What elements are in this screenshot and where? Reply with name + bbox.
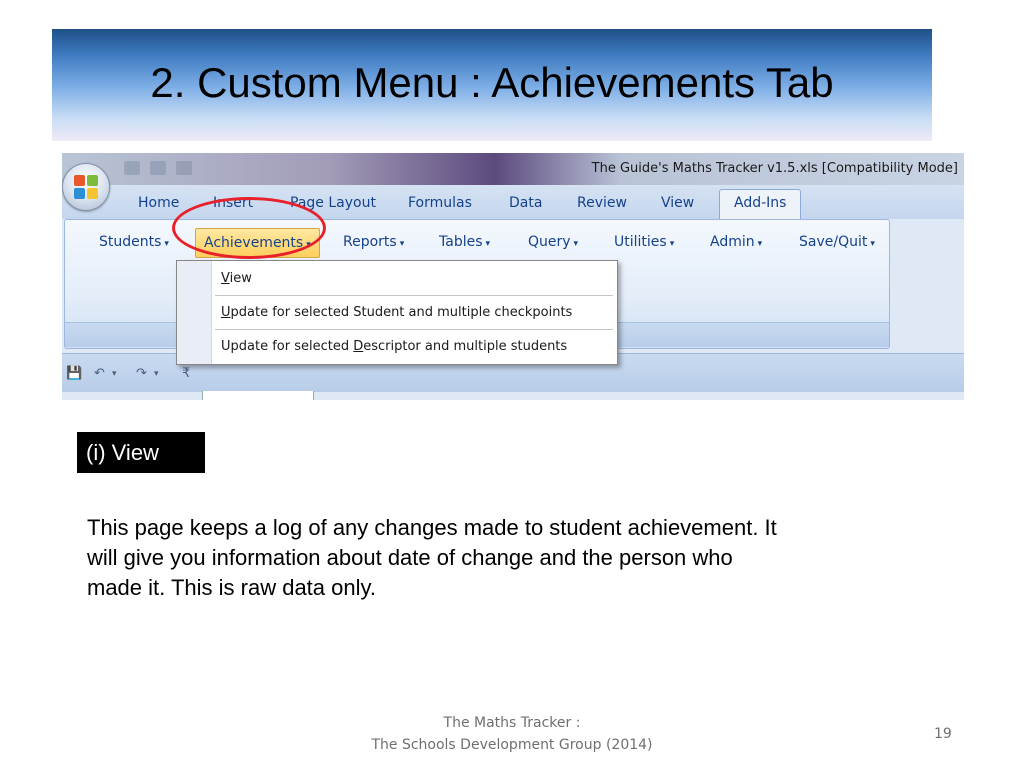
description-text: This page keeps a log of any changes mad… [87, 515, 777, 600]
worksheet-edge [202, 391, 314, 400]
dropdown-item-text: iew [229, 271, 252, 286]
dropdown-item-update-student[interactable]: Update for selected Student and multiple… [221, 305, 572, 320]
tab-data[interactable]: Data [509, 195, 542, 211]
dropdown-item-text: pdate for selected Student and multiple … [230, 305, 573, 320]
slide-footer: The Maths Tracker : The Schools Developm… [312, 712, 712, 756]
titlebar-redo-icon[interactable] [176, 161, 192, 175]
slide-title: 2. Custom Menu : Achievements Tab [150, 59, 834, 106]
footer-line-2: The Schools Development Group (2014) [371, 737, 653, 753]
menu-tables[interactable]: Tables ▾ [439, 234, 490, 250]
menu-query-label: Query [528, 234, 571, 250]
excel-titlebar: The Guide's Maths Tracker v1.5.xls [Comp… [62, 153, 964, 185]
office-logo-icon [74, 175, 98, 199]
dropdown-item-prefix: Update for selected [221, 339, 354, 354]
highlight-ellipse [172, 197, 326, 259]
footer-line-1: The Maths Tracker : [443, 715, 581, 731]
tab-view[interactable]: View [661, 195, 694, 211]
undo-icon[interactable]: ↶ [94, 366, 105, 381]
mnemonic: V [221, 271, 230, 286]
dropdown-separator [215, 329, 613, 330]
menu-utilities[interactable]: Utilities ▾ [614, 234, 674, 250]
section-label: (i) View [77, 432, 205, 473]
menu-admin[interactable]: Admin ▾ [710, 234, 762, 250]
page-number: 19 [934, 726, 952, 742]
menu-students-label: Students [99, 234, 162, 250]
dropdown-separator [215, 295, 613, 296]
chevron-down-icon: ▾ [669, 239, 675, 249]
tab-formulas[interactable]: Formulas [408, 195, 472, 211]
menu-students[interactable]: Students ▾ [99, 234, 169, 250]
achievements-dropdown-menu: View Update for selected Student and mul… [176, 260, 618, 365]
tab-add-ins[interactable]: Add-Ins [719, 189, 802, 219]
tab-home[interactable]: Home [138, 195, 179, 211]
save-icon[interactable]: 💾 [66, 366, 82, 381]
titlebar-quick-access [124, 161, 244, 177]
dropdown-item-view[interactable]: View [221, 271, 252, 286]
menu-save-quit-label: Save/Quit [799, 234, 868, 250]
menu-utilities-label: Utilities [614, 234, 667, 250]
redo-icon[interactable]: ↷ [136, 366, 147, 381]
titlebar-save-icon[interactable] [124, 161, 140, 175]
chevron-down-icon: ▾ [399, 239, 405, 249]
menu-save-quit[interactable]: Save/Quit ▾ [799, 234, 875, 250]
slide-title-banner: 2. Custom Menu : Achievements Tab [52, 29, 932, 141]
mnemonic: U [221, 305, 231, 320]
mnemonic: D [353, 339, 364, 354]
office-logo-tile [74, 188, 85, 199]
dropdown-item-text: escriptor and multiple students [363, 339, 568, 354]
office-logo-tile [87, 175, 98, 186]
excel-screenshot: The Guide's Maths Tracker v1.5.xls [Comp… [62, 153, 964, 400]
chevron-down-icon: ▾ [870, 239, 875, 249]
tab-review[interactable]: Review [577, 195, 627, 211]
redo-dropdown-icon[interactable]: ▾ [154, 369, 159, 379]
dropdown-gutter [177, 261, 212, 364]
menu-query[interactable]: Query ▾ [528, 234, 578, 250]
undo-dropdown-icon[interactable]: ▾ [112, 369, 117, 379]
menu-tables-label: Tables [439, 234, 483, 250]
chevron-down-icon: ▾ [573, 239, 579, 249]
window-title: The Guide's Maths Tracker v1.5.xls [Comp… [591, 161, 958, 176]
customize-qat-icon[interactable]: ₹ [182, 366, 190, 381]
chevron-down-icon: ▾ [485, 239, 491, 249]
menu-admin-label: Admin [710, 234, 755, 250]
office-button[interactable] [62, 163, 110, 211]
chevron-down-icon: ▾ [757, 239, 763, 249]
chevron-down-icon: ▾ [164, 239, 169, 249]
dropdown-item-update-descriptor[interactable]: Update for selected Descriptor and multi… [221, 339, 567, 354]
office-logo-tile [74, 175, 85, 186]
menu-reports-label: Reports [343, 234, 397, 250]
menu-reports[interactable]: Reports ▾ [343, 234, 404, 250]
titlebar-undo-icon[interactable] [150, 161, 166, 175]
office-logo-tile [87, 188, 98, 199]
